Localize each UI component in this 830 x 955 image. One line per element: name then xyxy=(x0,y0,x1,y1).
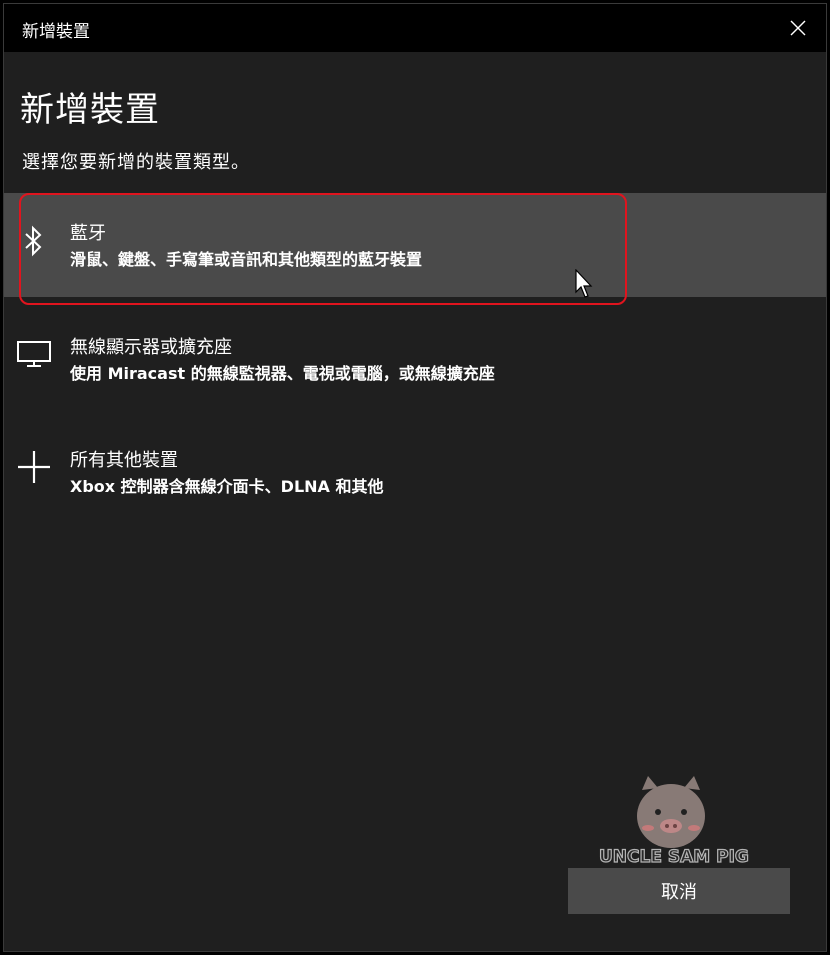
option-title: 藍牙 xyxy=(70,223,106,244)
close-button[interactable] xyxy=(770,4,826,52)
option-title: 無線顯示器或擴充座 xyxy=(70,337,232,358)
watermark-text: UNCLE SAM PIG xyxy=(599,847,749,867)
window-title: 新增裝置 xyxy=(22,22,90,42)
add-device-dialog: 新增裝置 新增裝置 選擇您要新增的裝置類型。 藍牙 滑鼠、鍵盤、手寫筆或音訊和其… xyxy=(3,3,827,952)
option-description: Xbox 控制器含無線介面卡、DLNA 和其他 xyxy=(70,477,384,496)
cancel-button[interactable]: 取消 xyxy=(568,868,790,914)
bluetooth-icon xyxy=(14,221,54,261)
option-description: 使用 Miracast 的無線監視器、電視或電腦，或無線擴充座 xyxy=(70,364,495,383)
page-subtitle: 選擇您要新增的裝置類型。 xyxy=(22,152,250,173)
option-other-devices[interactable]: 所有其他裝置 Xbox 控制器含無線介面卡、DLNA 和其他 xyxy=(4,420,826,524)
close-icon xyxy=(790,20,806,36)
option-title: 所有其他裝置 xyxy=(70,450,178,471)
page-title: 新增裝置 xyxy=(20,90,160,130)
option-wireless-display[interactable]: 無線顯示器或擴充座 使用 Miracast 的無線監視器、電視或電腦，或無線擴充… xyxy=(4,307,826,411)
title-bar: 新增裝置 xyxy=(4,4,826,52)
monitor-icon xyxy=(14,334,54,374)
option-bluetooth[interactable]: 藍牙 滑鼠、鍵盤、手寫筆或音訊和其他類型的藍牙裝置 xyxy=(4,193,826,297)
mouse-cursor-icon xyxy=(575,268,595,303)
option-description: 滑鼠、鍵盤、手寫筆或音訊和其他類型的藍牙裝置 xyxy=(70,250,423,269)
plus-icon xyxy=(14,447,54,487)
